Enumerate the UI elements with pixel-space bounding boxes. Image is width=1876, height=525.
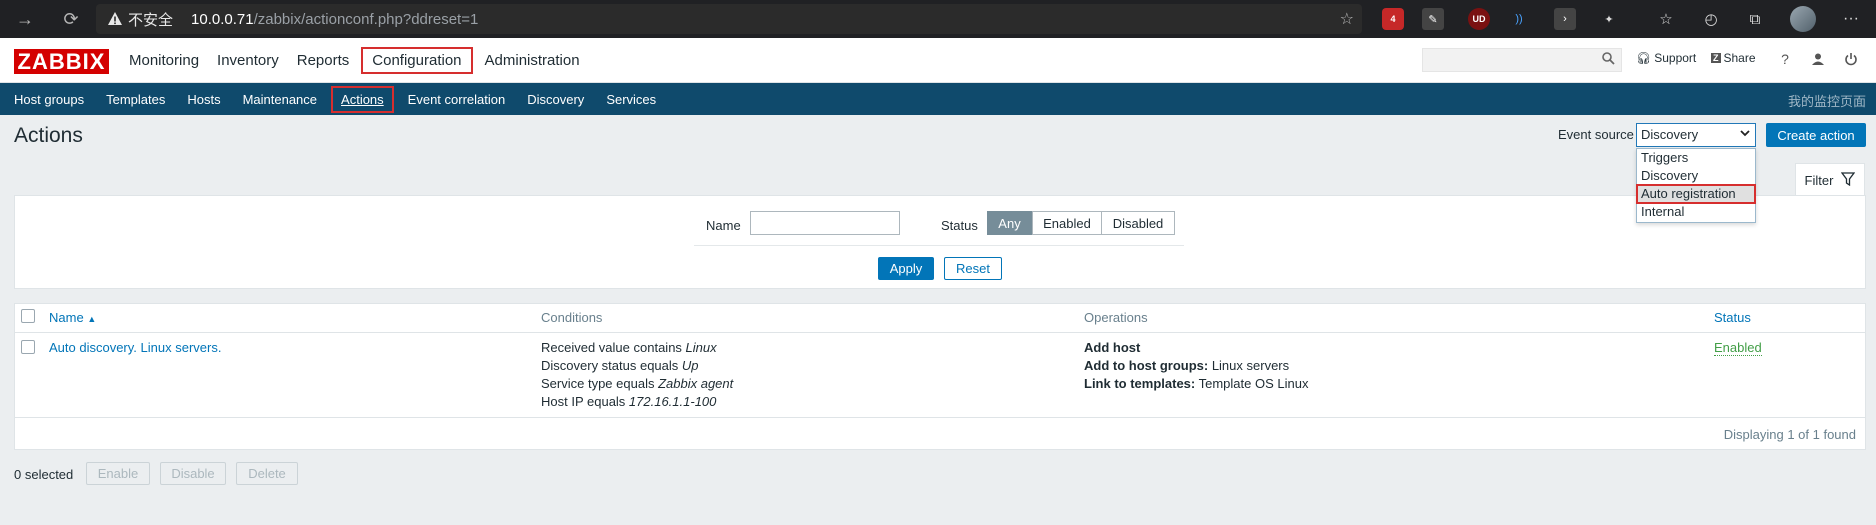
user-profile-icon[interactable] xyxy=(1809,50,1827,68)
event-source-select[interactable]: Discovery xyxy=(1636,123,1756,147)
menu-inventory[interactable]: Inventory xyxy=(208,52,288,69)
submenu-services[interactable]: Services xyxy=(598,92,664,107)
status-badge[interactable]: Enabled xyxy=(1714,340,1762,356)
page-title: Actions xyxy=(14,124,83,147)
search-icon[interactable] xyxy=(1601,51,1615,65)
selected-count: 0 selected xyxy=(14,467,74,482)
column-operations-header: Operations xyxy=(1084,310,1148,325)
sub-menu: Host groups Templates Hosts Maintenance … xyxy=(0,83,1876,115)
select-all-checkbox[interactable] xyxy=(21,309,35,323)
favorite-star-icon[interactable]: ☆ xyxy=(1340,9,1354,29)
option-triggers[interactable]: Triggers xyxy=(1637,149,1755,167)
collections-icon[interactable]: ⧉ xyxy=(1744,8,1766,30)
share-link[interactable]: Z Share xyxy=(1711,51,1756,65)
status-disabled-button[interactable]: Disabled xyxy=(1101,211,1175,235)
reset-button[interactable]: Reset xyxy=(944,257,1002,280)
option-auto-registration[interactable]: Auto registration xyxy=(1636,184,1756,204)
filter-divider xyxy=(694,245,1184,246)
condition-item: Received value contains Linux xyxy=(541,340,717,355)
conditions-cell: Received value contains Linux Discovery … xyxy=(541,339,733,411)
status-any-button[interactable]: Any xyxy=(987,211,1032,235)
operation-item: Add host xyxy=(1084,340,1141,355)
more-icon[interactable]: ··· xyxy=(1840,8,1862,30)
url-path: /zabbix/actionconf.php?ddreset=1 xyxy=(253,10,479,28)
actions-table xyxy=(14,303,1866,450)
power-icon[interactable] xyxy=(1842,50,1860,68)
submenu-actions[interactable]: Actions xyxy=(331,85,394,113)
event-source-dropdown: Triggers Discovery Auto registration Int… xyxy=(1636,148,1756,223)
filter-icon xyxy=(1841,171,1856,189)
submenu-host-groups[interactable]: Host groups xyxy=(6,92,92,107)
extension-arrow-icon[interactable]: › xyxy=(1554,8,1576,30)
table-row-divider xyxy=(14,417,1866,418)
table-header-divider xyxy=(14,332,1866,333)
condition-item: Host IP equals 172.16.1.1-100 xyxy=(541,394,717,409)
extension-puzzle-icon[interactable]: ✦ xyxy=(1598,8,1620,30)
filter-name-input[interactable] xyxy=(750,211,900,235)
url-host: 10.0.0.71 xyxy=(191,10,254,28)
operation-item: Add to host groups: Linux servers xyxy=(1084,358,1290,373)
sort-asc-icon: ▲ xyxy=(87,314,97,324)
menu-reports[interactable]: Reports xyxy=(288,52,359,69)
extension-wave-icon[interactable]: )) xyxy=(1508,8,1530,30)
page-caption: 我的监控页面 xyxy=(1787,94,1866,109)
row-checkbox[interactable] xyxy=(21,340,35,354)
favorites-icon[interactable]: ☆ xyxy=(1655,8,1677,30)
status-enabled-button[interactable]: Enabled xyxy=(1032,211,1102,235)
history-icon[interactable]: ◴ xyxy=(1700,8,1722,30)
column-conditions-header: Conditions xyxy=(541,310,603,325)
help-icon[interactable]: ? xyxy=(1776,50,1794,68)
submenu-event-correlation[interactable]: Event correlation xyxy=(400,92,514,107)
submenu-hosts[interactable]: Hosts xyxy=(179,92,228,107)
operations-cell: Add host Add to host groups: Linux serve… xyxy=(1084,339,1308,393)
insecure-label: 不安全 xyxy=(128,11,174,29)
delete-button[interactable]: Delete xyxy=(236,462,298,485)
column-name-header[interactable]: Name ▲ xyxy=(49,310,96,325)
submenu-maintenance[interactable]: Maintenance xyxy=(235,92,325,107)
create-action-button[interactable]: Create action xyxy=(1766,123,1866,147)
menu-configuration[interactable]: Configuration xyxy=(361,47,473,74)
profile-avatar[interactable] xyxy=(1790,6,1816,32)
extension-pen-icon[interactable]: ✎ xyxy=(1422,8,1444,30)
chevron-down-icon xyxy=(1739,127,1751,142)
address-bar[interactable]: 不安全 10.0.0.71/zabbix/actionconf.php?ddre… xyxy=(96,4,1362,34)
enable-button[interactable]: Enable xyxy=(86,462,150,485)
column-status-header[interactable]: Status xyxy=(1714,310,1751,325)
back-arrow-icon[interactable]: → xyxy=(8,4,42,34)
main-menu: Monitoring Inventory Reports Configurati… xyxy=(120,38,589,83)
option-internal[interactable]: Internal xyxy=(1637,203,1755,221)
event-source-value: Discovery xyxy=(1641,127,1699,142)
filter-status-label: Status xyxy=(941,218,978,233)
displaying-count: Displaying 1 of 1 found xyxy=(1723,427,1856,442)
submenu-templates[interactable]: Templates xyxy=(98,92,173,107)
status-toggle[interactable]: Enabled xyxy=(1714,339,1762,357)
filter-panel xyxy=(14,195,1866,289)
disable-button[interactable]: Disable xyxy=(160,462,226,485)
headset-icon: 🎧︎ xyxy=(1636,51,1652,65)
browser-toolbar: → ⟳ 不安全 10.0.0.71/zabbix/actionconf.php?… xyxy=(0,0,1876,38)
ublock-icon[interactable]: UD xyxy=(1468,8,1490,30)
operation-item: Link to templates: Template OS Linux xyxy=(1084,376,1309,391)
share-icon: Z xyxy=(1711,53,1721,63)
reload-icon[interactable]: ⟳ xyxy=(54,4,88,34)
apply-button[interactable]: Apply xyxy=(878,257,934,280)
warning-icon xyxy=(106,10,124,28)
support-link[interactable]: 🎧︎ Support xyxy=(1636,51,1696,65)
zabbix-logo[interactable]: ZABBIX xyxy=(14,49,109,74)
condition-item: Discovery status equals Up xyxy=(541,358,699,373)
extension-badge-icon[interactable]: 4 xyxy=(1382,8,1404,30)
search-input[interactable] xyxy=(1422,48,1622,72)
zabbix-header: ZABBIX Monitoring Inventory Reports Conf… xyxy=(0,38,1876,83)
menu-administration[interactable]: Administration xyxy=(476,52,589,69)
filter-name-label: Name xyxy=(706,218,741,233)
option-discovery[interactable]: Discovery xyxy=(1637,167,1755,185)
condition-item: Service type equals Zabbix agent xyxy=(541,376,734,391)
menu-monitoring[interactable]: Monitoring xyxy=(120,52,208,69)
event-source-label: Event source xyxy=(1558,127,1634,142)
filter-tab[interactable]: Filter xyxy=(1795,163,1865,196)
action-name-link[interactable]: Auto discovery. Linux servers. xyxy=(49,339,221,357)
submenu-discovery[interactable]: Discovery xyxy=(519,92,592,107)
